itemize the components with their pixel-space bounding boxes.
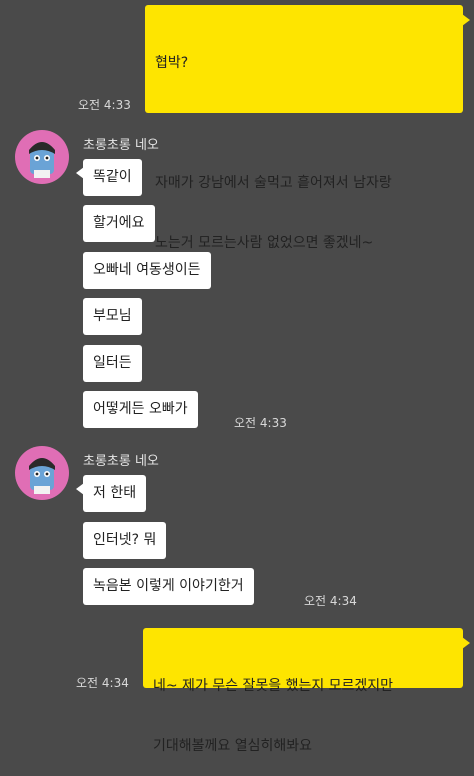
message-text: 어떻게든 오빠가 [93, 401, 188, 417]
message-timestamp: 오전 4:34 [76, 676, 129, 690]
avatar[interactable] [15, 130, 69, 184]
incoming-message[interactable]: 어떻게든 오빠가 [83, 391, 198, 428]
incoming-message[interactable]: 인터넷? 뭐 [83, 522, 167, 559]
message-text-line: 노는거 모르는사람 없었으면 좋겠네~ [155, 235, 374, 251]
avatar[interactable] [15, 446, 69, 500]
message-text: 인터넷? 뭐 [93, 532, 157, 548]
incoming-message[interactable]: 저 한태 [83, 475, 147, 512]
message-text-line: 협박? [155, 55, 189, 71]
incoming-message[interactable]: 오빠네 여동생이든 [83, 252, 211, 289]
sender-name: 초롱초롱 네오 [83, 454, 159, 469]
incoming-message[interactable]: 일터든 [83, 345, 142, 382]
message-text: 저 한태 [93, 485, 137, 501]
message-text: 똑같이 [93, 169, 132, 185]
message-text: 오빠네 여동생이든 [93, 262, 201, 278]
outgoing-message[interactable]: 네~ 제가 무슨 잘못을 했는지 모르겠지만 기대해볼께요 열심히해봐요 [143, 628, 463, 754]
neo-character-icon [29, 142, 55, 178]
message-timestamp: 오전 4:34 [304, 594, 357, 608]
message-text: 녹음본 이렇게 이야기한거 [93, 578, 244, 594]
outgoing-message[interactable]: 협박? 자매가 강남에서 술먹고 흩어져서 남자랑 노는거 모르는사람 없었으면… [145, 5, 463, 251]
incoming-message[interactable]: 부모님 [83, 298, 142, 335]
message-text-line: 자매가 강남에서 술먹고 흩어져서 남자랑 [155, 175, 392, 191]
incoming-message[interactable]: 똑같이 [83, 159, 142, 196]
neo-character-icon [29, 458, 55, 494]
message-text: 할거에요 [93, 215, 145, 231]
incoming-message[interactable]: 할거에요 [83, 205, 155, 242]
bubble-tail [76, 167, 84, 179]
message-timestamp: 오전 4:33 [78, 98, 131, 112]
incoming-message[interactable]: 녹음본 이렇게 이야기한거 [83, 568, 254, 605]
bubble-tail [462, 637, 470, 649]
message-text-line: 네~ 제가 무슨 잘못을 했는지 모르겠지만 [153, 678, 394, 694]
bubble-tail [462, 14, 470, 26]
message-text: 일터든 [93, 355, 132, 371]
message-timestamp: 오전 4:33 [234, 416, 287, 430]
bubble-tail [76, 483, 84, 495]
sender-name: 초롱초롱 네오 [83, 138, 159, 153]
message-text-line: 기대해볼께요 열심히해봐요 [153, 738, 313, 754]
message-text: 부모님 [93, 308, 132, 324]
